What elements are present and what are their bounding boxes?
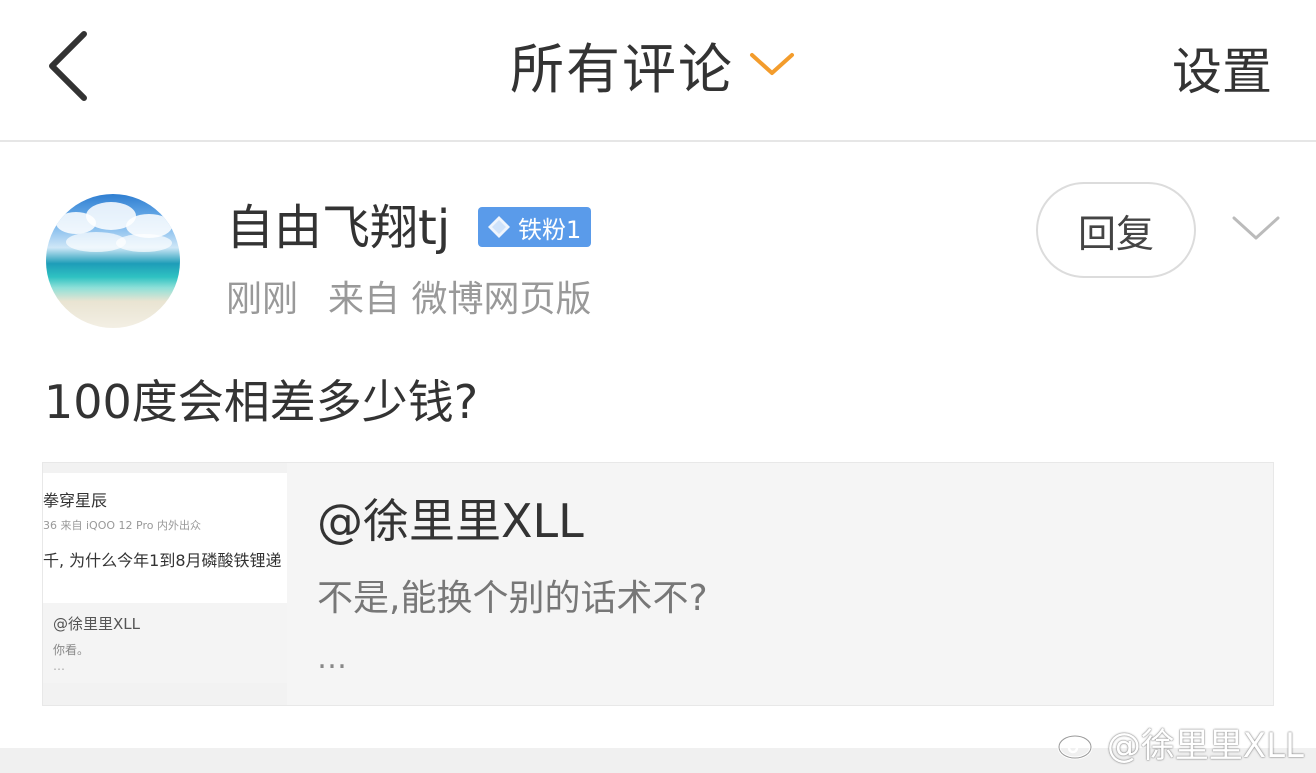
page-title: 所有评论 xyxy=(510,37,734,101)
comment-filter-dropdown[interactable]: 所有评论 xyxy=(510,26,796,102)
comment-time: 刚刚 xyxy=(226,279,299,320)
comment-username[interactable]: 自由飞翔tj xyxy=(226,196,450,260)
quoted-post-thumbnail: 拳穿星辰 36 来自 iQOO 12 Pro 内外出众 千, 为什么今年1到8月… xyxy=(43,463,287,705)
thumbnail-line: 拳穿星辰 xyxy=(43,491,108,510)
quoted-ellipsis: … xyxy=(317,641,347,676)
avatar[interactable] xyxy=(46,194,180,328)
thumbnail-line: @徐里里XLL xyxy=(53,615,140,633)
fan-badge-label: 铁粉1 xyxy=(518,215,582,244)
thumbnail-line: 36 来自 iQOO 12 Pro 内外出众 xyxy=(43,519,201,532)
quoted-text: 不是,能换个别的话术不? xyxy=(317,578,708,619)
chevron-down-icon xyxy=(750,53,794,75)
quoted-post-card[interactable]: 拳穿星辰 36 来自 iQOO 12 Pro 内外出众 千, 为什么今年1到8月… xyxy=(42,462,1274,706)
thumbnail-line: 你看。 xyxy=(53,643,90,657)
diamond-icon xyxy=(488,216,510,238)
watermark: @徐里里XLL xyxy=(1057,718,1304,767)
back-button[interactable] xyxy=(40,28,100,104)
settings-button[interactable]: 设置 xyxy=(1172,32,1272,104)
watermark-text: @徐里里XLL xyxy=(1106,726,1304,766)
quoted-author[interactable]: @徐里里XLL xyxy=(317,491,584,551)
more-options-chevron-icon[interactable] xyxy=(1230,212,1282,244)
thumbnail-line: … xyxy=(53,659,65,673)
comment-source: 来自 微博网页版 xyxy=(328,279,592,320)
reply-button[interactable]: 回复 xyxy=(1036,182,1196,278)
weibo-logo-icon xyxy=(1057,729,1099,759)
top-nav-bar: 所有评论 设置 xyxy=(0,0,1316,142)
thumbnail-line: 千, 为什么今年1到8月磷酸铁锂递 xyxy=(43,551,282,570)
comment-body: 100度会相差多少钱? xyxy=(44,375,479,429)
back-arrow-icon xyxy=(49,31,87,101)
comment-meta: 刚刚 来自 微博网页版 xyxy=(226,276,591,324)
fan-badge: 铁粉1 xyxy=(478,207,592,247)
